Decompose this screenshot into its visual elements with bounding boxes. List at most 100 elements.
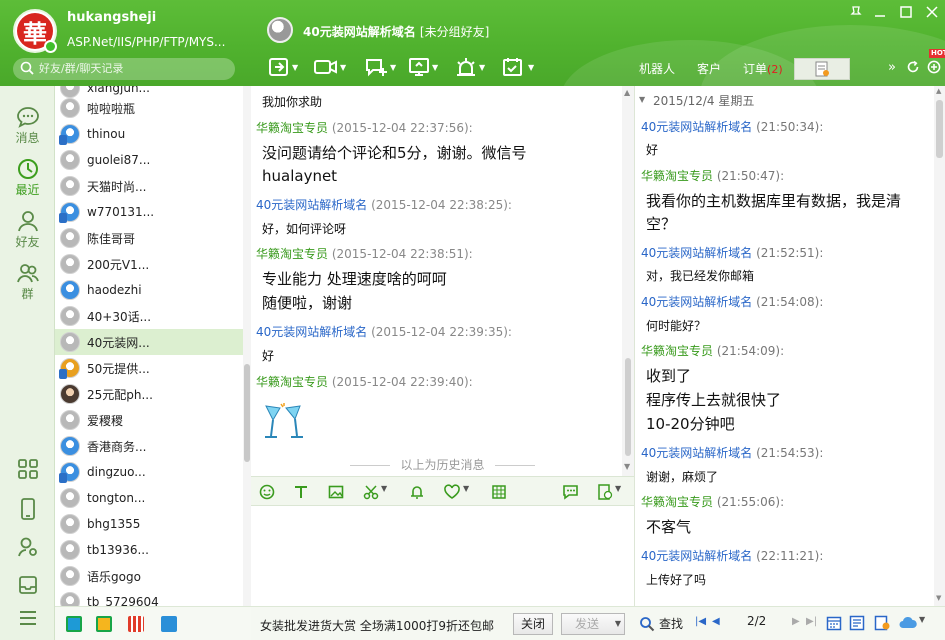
sender-name[interactable]: 华籁淘宝专员: [641, 344, 713, 358]
sender-name[interactable]: 40元装网站解析域名: [641, 446, 752, 460]
send-button[interactable]: 发送: [561, 613, 614, 635]
history-scrollbar[interactable]: ▲ ▼: [934, 86, 945, 606]
contact-item[interactable]: 爱稷稷: [55, 407, 243, 433]
search-input[interactable]: 好友/群/聊天记录: [13, 58, 235, 80]
sender-name[interactable]: 华籁淘宝专员: [256, 247, 328, 261]
pin-button[interactable]: [850, 6, 862, 18]
scrollbar-thumb[interactable]: [244, 364, 250, 462]
contact-item[interactable]: 天猫时尚...: [55, 173, 243, 199]
share-file-button[interactable]: ▼: [268, 55, 298, 79]
screenshot-button[interactable]: ▼: [363, 484, 387, 500]
scrollbar-thumb[interactable]: [936, 100, 943, 158]
last-page-button[interactable]: ▶|: [806, 616, 817, 627]
refresh-button[interactable]: [906, 60, 920, 74]
scroll-down-arrow[interactable]: ▼: [936, 594, 941, 602]
sender-name[interactable]: 40元装网站解析域名: [641, 246, 752, 260]
contact-item[interactable]: thinou: [55, 121, 243, 147]
scrollbar-thumb[interactable]: [625, 358, 631, 456]
contact-item[interactable]: tb_5729604: [55, 589, 243, 606]
contact-item[interactable]: dingzuo...: [55, 459, 243, 485]
favorite-button[interactable]: ▼: [443, 484, 469, 500]
contact-item-selected[interactable]: 40元装网...: [55, 329, 243, 355]
promo-text[interactable]: 女装批发进货大赏 全场满1000打9折还包邮: [260, 617, 494, 634]
contact-item[interactable]: tongton...: [55, 485, 243, 511]
contact-item[interactable]: 语乐gogo: [55, 563, 243, 589]
nav-friends[interactable]: 好友: [0, 210, 55, 250]
calendar-button[interactable]: [826, 615, 842, 631]
contact-item[interactable]: w770131...: [55, 199, 243, 225]
sender-name[interactable]: 华籁淘宝专员: [641, 169, 713, 183]
chat-scrollbar[interactable]: ▲ ▼: [622, 86, 634, 476]
app-icon[interactable]: [96, 616, 112, 632]
nav-messages[interactable]: 消息: [0, 106, 55, 146]
first-page-button[interactable]: |◀: [695, 616, 706, 627]
chat-contact-name[interactable]: 40元装网站解析域名: [303, 25, 416, 39]
user-avatar[interactable]: 華: [13, 9, 57, 53]
nav-contacts-manage[interactable]: [0, 536, 55, 558]
sender-name[interactable]: 华籁淘宝专员: [256, 121, 328, 135]
image-button[interactable]: [328, 484, 344, 500]
user-name[interactable]: hukangsheji: [67, 10, 156, 25]
history-view-button[interactable]: [849, 615, 865, 631]
user-signature[interactable]: ASP.Net/IIS/PHP/FTP/MYS...: [67, 35, 235, 49]
contact-item[interactable]: 香港商务...: [55, 433, 243, 459]
contact-item[interactable]: 200元V1...: [55, 251, 243, 277]
video-call-button[interactable]: ▼: [314, 55, 346, 79]
table-button[interactable]: [491, 484, 507, 500]
add-plugin-button[interactable]: [927, 60, 941, 74]
prev-page-button[interactable]: ◀: [712, 616, 720, 627]
history-search-button[interactable]: 查找: [639, 615, 683, 632]
sender-name[interactable]: 40元装网站解析域名: [641, 295, 752, 309]
contact-item[interactable]: 25元配ph...: [55, 381, 243, 407]
sender-name[interactable]: 40元装网站解析域名: [641, 120, 752, 134]
sender-name[interactable]: 华籁淘宝专员: [641, 495, 713, 509]
schedule-button[interactable]: ▼: [502, 55, 534, 79]
contact-item[interactable]: 啦啦啦瓶: [55, 95, 243, 121]
font-button[interactable]: [293, 484, 309, 500]
nav-groups[interactable]: 群: [0, 262, 55, 302]
contact-item[interactable]: 40+30话...: [55, 303, 243, 329]
history-menu-button[interactable]: ▼: [597, 484, 621, 500]
sender-name[interactable]: 40元装网站解析域名: [256, 325, 367, 339]
export-button[interactable]: [874, 615, 890, 631]
nav-apps[interactable]: [0, 458, 55, 480]
contact-item[interactable]: guolei87...: [55, 147, 243, 173]
history-date-header[interactable]: ▼ 2015/12/4 星期五: [635, 92, 935, 110]
alert-button[interactable]: ▼: [455, 55, 485, 79]
app-icon[interactable]: [161, 616, 177, 632]
nav-inbox[interactable]: [0, 574, 55, 596]
scroll-up-arrow[interactable]: ▲: [624, 88, 630, 97]
maximize-button[interactable]: [900, 6, 912, 18]
contact-list-scrollbar[interactable]: [243, 86, 251, 606]
tab-notes[interactable]: [793, 58, 850, 80]
scroll-down-arrow[interactable]: ▼: [624, 462, 630, 471]
nav-mobile[interactable]: [0, 498, 55, 520]
cloud-sync-button[interactable]: ▼: [898, 615, 925, 631]
message-input[interactable]: [251, 506, 634, 606]
nav-recent[interactable]: 最近: [0, 158, 55, 198]
more-tabs-button[interactable]: »: [888, 60, 896, 75]
remote-assist-button[interactable]: ▼: [408, 55, 438, 79]
minimize-button[interactable]: [874, 6, 886, 18]
send-options-dropdown[interactable]: ▼: [612, 613, 625, 635]
contact-item[interactable]: 50元提供...: [55, 355, 243, 381]
shake-button[interactable]: [409, 484, 425, 500]
quick-reply-button[interactable]: [561, 484, 581, 500]
close-chat-button[interactable]: 关闭: [513, 613, 553, 635]
nav-menu[interactable]: [0, 608, 55, 628]
sender-name[interactable]: 40元装网站解析域名: [256, 198, 367, 212]
tab-robot[interactable]: 机器人: [628, 58, 686, 80]
add-chat-button[interactable]: ▼: [364, 55, 396, 79]
sender-name[interactable]: 华籁淘宝专员: [256, 375, 328, 389]
contact-item[interactable]: haodezhi: [55, 277, 243, 303]
tab-customer[interactable]: 客户: [686, 58, 732, 80]
sender-name[interactable]: 40元装网站解析域名: [641, 549, 752, 563]
contact-item[interactable]: 陈佳哥哥: [55, 225, 243, 251]
tab-orders[interactable]: 订单(2): [732, 58, 794, 80]
scroll-up-arrow[interactable]: ▲: [936, 87, 941, 95]
contact-avatar[interactable]: [267, 17, 293, 43]
app-icon[interactable]: [66, 616, 82, 632]
contact-item[interactable]: bhg1355: [55, 511, 243, 537]
next-page-button[interactable]: ▶: [792, 616, 800, 627]
close-window-button[interactable]: [926, 6, 938, 18]
